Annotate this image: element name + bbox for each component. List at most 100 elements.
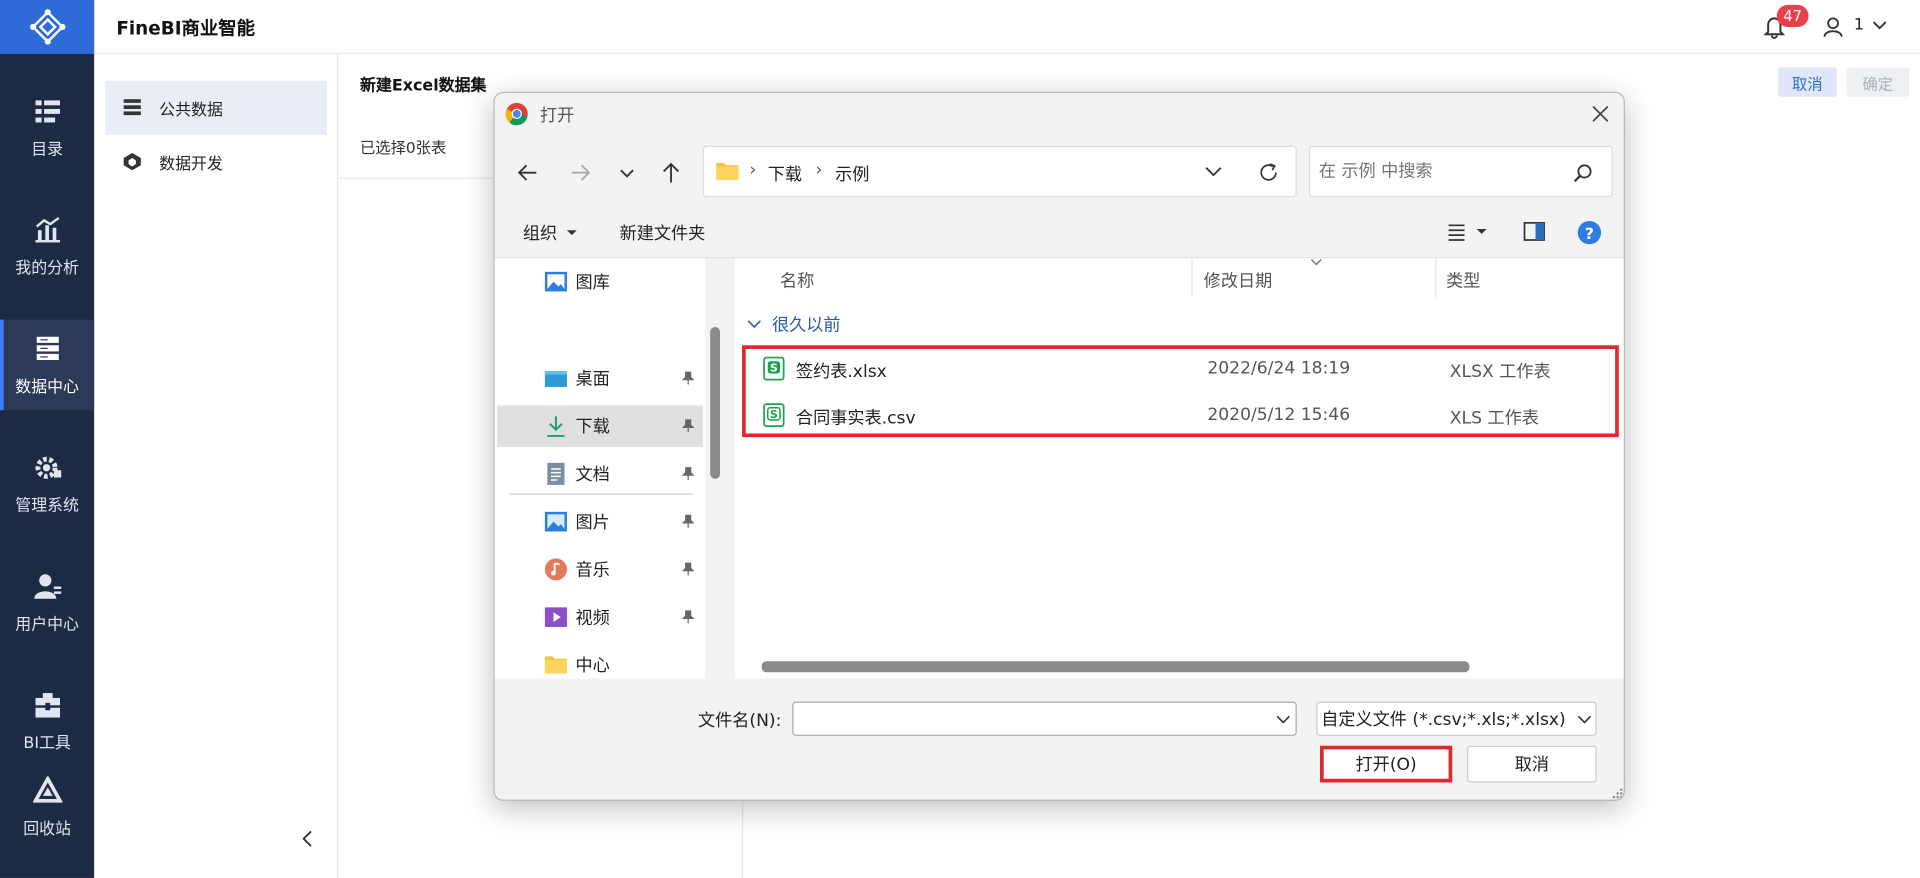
group-header[interactable]: 很久以前 [747,312,841,336]
data-center-icon [36,336,59,360]
column-separator[interactable] [1435,258,1437,298]
nav-item-data-center[interactable]: 数据中心 [0,319,95,411]
help-icon[interactable]: ? [1577,220,1602,245]
cancel-button[interactable]: 取消 [1777,67,1837,97]
logo-icon [29,9,65,45]
pin-icon[interactable] [681,562,696,577]
dialog-cancel-button[interactable]: 取消 [1466,745,1597,783]
chrome-icon [505,102,528,126]
gear-icon [34,456,61,479]
left-navigation: 目录 我的分析 数据中心 管理系统 用户中心 BI工具 回收站 [0,0,95,878]
chevron-down-icon [747,320,761,329]
nav-pane-item-center[interactable]: 中心 [497,644,703,678]
sidebar-item-label: 数据开发 [159,154,223,174]
column-header-name[interactable]: 名称 [780,268,814,292]
up-arrow-icon[interactable] [658,159,685,186]
pin-icon[interactable] [681,371,696,386]
sort-indicator-icon [1311,259,1322,266]
address-dropdown-icon[interactable] [1204,164,1224,179]
horizontal-scrollbar[interactable] [761,661,1470,673]
column-header-type[interactable]: 类型 [1446,268,1480,292]
logo[interactable] [0,0,95,54]
nav-label: BI工具 [23,734,71,753]
organize-label: 组织 [522,224,558,244]
nav-label: 用户中心 [15,615,79,634]
filetype-value: 自定义文件 (*.csv;*.xls;*.xlsx) [1321,710,1566,730]
address-bar[interactable]: › 下载 › 示例 [702,145,1297,198]
catalog-icon [34,99,60,122]
nav-item-analysis[interactable]: 我的分析 [0,201,94,292]
preview-pane-icon[interactable] [1523,222,1545,242]
close-icon[interactable] [1589,103,1611,125]
recent-dropdown-icon[interactable] [613,159,640,186]
toolbox-icon [34,692,60,717]
search-box[interactable] [1308,145,1613,198]
collapse-sidebar-icon[interactable] [300,830,315,847]
nav-label: 管理系统 [15,496,79,515]
breadcrumb-examples[interactable]: 示例 [835,162,869,186]
filename-input[interactable] [798,707,1264,730]
pin-icon[interactable] [681,514,696,529]
pin-icon[interactable] [681,467,696,482]
nav-item-recycle[interactable]: 回收站 [0,762,94,853]
new-folder-button[interactable]: 新建文件夹 [620,220,706,244]
filename-combobox[interactable] [792,701,1297,736]
top-bar: FineBI商业智能 47 1 [94,0,1920,54]
user-avatar-icon[interactable] [1822,16,1844,38]
nav-pane-label: 中心 [575,656,610,676]
confirm-button[interactable]: 确定 [1846,67,1909,97]
nav-pane-label: 图库 [575,273,610,293]
refresh-icon[interactable] [1256,160,1280,184]
analysis-icon [34,216,60,242]
chevron-down-icon[interactable] [1872,20,1887,32]
nav-pane-item-pictures[interactable]: 图片 [497,501,703,543]
search-icon[interactable] [1573,163,1593,183]
navigation-pane: 图库 桌面 下载 文档 图片 音乐 视频 中心 [494,258,706,679]
breadcrumb-downloads[interactable]: 下载 [768,162,802,186]
filetype-select[interactable]: 自定义文件 (*.csv;*.xls;*.xlsx) [1316,701,1597,736]
cube-icon [123,153,141,171]
organize-button[interactable]: 组织 [523,220,579,244]
nav-label: 目录 [31,140,64,159]
nav-pane-label: 文档 [575,465,610,485]
recycle-icon [32,775,62,803]
column-header-modified[interactable]: 修改日期 [1204,268,1273,292]
sidebar-item-data-dev[interactable]: 数据开发 [105,135,327,189]
open-button[interactable]: 打开(O) [1320,745,1453,783]
music-icon [544,558,567,581]
nav-pane-item-documents[interactable]: 文档 [497,453,703,495]
nav-pane-label: 下载 [575,417,610,438]
nav-pane-item-videos[interactable]: 视频 [497,596,703,638]
nav-item-management[interactable]: 管理系统 [0,438,94,529]
search-input[interactable] [1318,159,1564,184]
user-name[interactable]: 1 [1854,16,1864,34]
sidebar-item-public-data[interactable]: 公共数据 [105,80,327,135]
pin-icon[interactable] [681,610,696,625]
chevron-down-icon[interactable] [1276,714,1291,726]
nav-pane-item-downloads[interactable]: 下载 [497,405,703,447]
column-separator[interactable] [1191,258,1193,298]
selected-count: 已选择0张表 [360,138,447,157]
sidebar-item-label: 公共数据 [159,101,223,120]
nav-item-user-center[interactable]: 用户中心 [0,557,94,648]
nav-pane-item-gallery[interactable]: 图库 [497,261,703,303]
pictures-icon [544,511,567,532]
file-open-dialog: 打开 › 下载 › 示例 组织 新建文件夹 ? [493,91,1625,801]
svg-text:?: ? [1585,224,1594,243]
breadcrumb-separator: › [815,160,823,181]
gallery-icon [544,271,567,292]
nav-pane-item-desktop[interactable]: 桌面 [497,358,703,400]
forward-arrow-icon[interactable] [567,159,594,186]
nav-pane-label: 图片 [575,513,610,533]
nav-pane-scrollbar[interactable] [710,326,721,479]
back-arrow-icon[interactable] [514,159,541,186]
pin-icon[interactable] [681,419,696,434]
nav-pane-label: 桌面 [575,369,610,390]
nav-pane-item-music[interactable]: 音乐 [497,549,703,591]
notification-badge: 47 [1776,4,1809,27]
nav-item-catalog[interactable]: 目录 [0,82,94,173]
file-list: 名称 修改日期 类型 很久以前 S 签约表.xlsx 2022/6/24 18:… [734,258,1624,679]
resize-grip-icon[interactable] [1611,787,1623,799]
nav-item-bi-tools[interactable]: BI工具 [0,676,94,767]
view-options-icon[interactable] [1447,222,1489,242]
